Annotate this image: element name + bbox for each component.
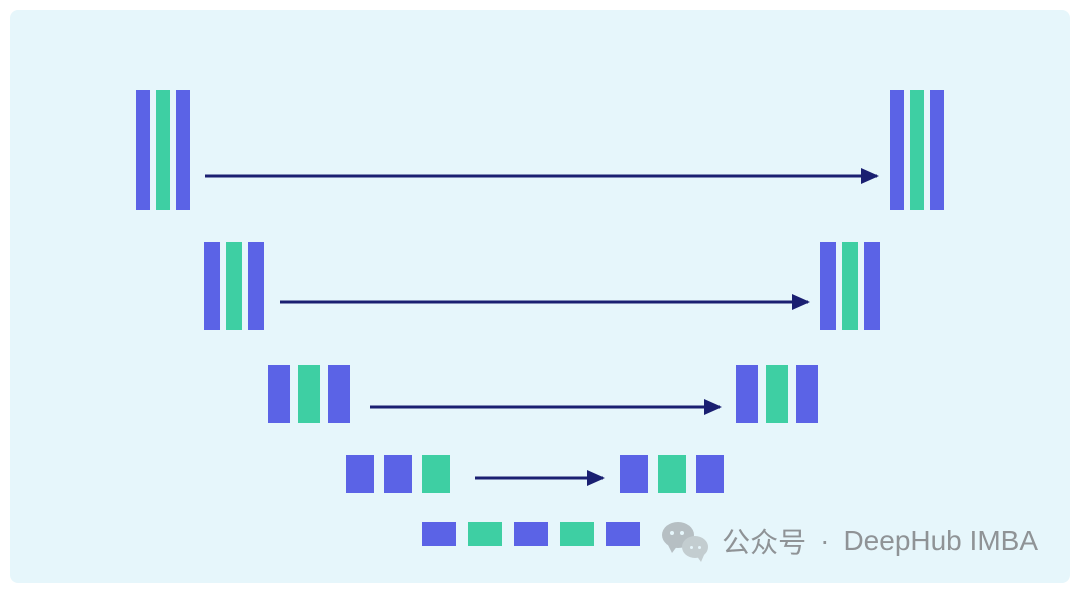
bar-purple: [268, 365, 290, 423]
bar-purple: [204, 242, 220, 330]
bar-green: [298, 365, 320, 423]
watermark-account-name: DeepHub IMBA: [843, 525, 1038, 557]
bar-purple: [620, 455, 648, 493]
watermark: 公众号 · DeepHub IMBA: [662, 521, 1038, 561]
bar-green: [468, 522, 502, 546]
level-3-right-bars: [620, 455, 724, 493]
watermark-platform-label: 公众号: [722, 521, 806, 561]
level-3-arrow: [475, 476, 603, 479]
bar-purple: [606, 522, 640, 546]
bar-purple: [890, 90, 904, 210]
bar-purple: [328, 365, 350, 423]
level-1-arrow: [280, 300, 808, 303]
level-1-right-bars: [820, 242, 880, 330]
level-2-arrow: [370, 405, 720, 408]
bar-green: [156, 90, 170, 210]
bar-green: [766, 365, 788, 423]
bar-green: [226, 242, 242, 330]
bar-purple: [696, 455, 724, 493]
bar-purple: [248, 242, 264, 330]
bar-purple: [346, 455, 374, 493]
bar-purple: [136, 90, 150, 210]
bar-green: [910, 90, 924, 210]
level-1-left-bars: [204, 242, 264, 330]
bar-purple: [864, 242, 880, 330]
bar-purple: [736, 365, 758, 423]
bar-purple: [176, 90, 190, 210]
bar-green: [658, 455, 686, 493]
level-2-right-bars: [736, 365, 818, 423]
level-4-bars: [422, 522, 640, 546]
bar-purple: [796, 365, 818, 423]
bar-purple: [930, 90, 944, 210]
bar-green: [560, 522, 594, 546]
wechat-icon: [662, 522, 708, 560]
bar-purple: [422, 522, 456, 546]
diagram-canvas: 公众号 · DeepHub IMBA: [10, 10, 1070, 583]
level-0-arrow: [205, 174, 877, 177]
bar-purple: [384, 455, 412, 493]
bar-green: [422, 455, 450, 493]
level-2-left-bars: [268, 365, 350, 423]
level-3-left-bars: [346, 455, 450, 493]
bar-purple: [820, 242, 836, 330]
level-0-right-bars: [890, 90, 944, 210]
bar-purple: [514, 522, 548, 546]
level-0-left-bars: [136, 90, 190, 210]
watermark-separator: ·: [820, 525, 829, 557]
bar-green: [842, 242, 858, 330]
